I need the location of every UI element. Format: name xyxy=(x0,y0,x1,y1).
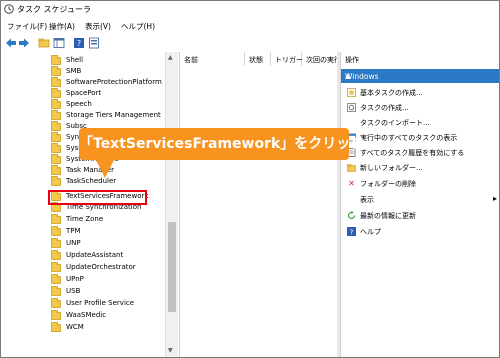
tree-item-tpm[interactable]: TPM xyxy=(51,226,163,238)
task-scheduler-window: タスク スケジューラ ファイル(F) 操作(A) 表示(V) ヘルプ(H) ? xyxy=(0,0,500,358)
folder-icon xyxy=(51,154,61,164)
folder-up-icon[interactable] xyxy=(38,37,50,49)
view-icon xyxy=(347,195,356,204)
folder-icon xyxy=(51,286,61,296)
actions-pane: 操作 Windows ▲ 基本タスクの作成... タスクの作成... タスクのイ… xyxy=(340,52,499,357)
tree-item-taskscheduler[interactable]: TaskScheduler xyxy=(51,176,163,188)
folder-icon xyxy=(51,298,61,308)
action-refresh[interactable]: 最新の情報に更新 xyxy=(347,210,497,222)
scroll-thumb[interactable] xyxy=(168,222,176,312)
tree-item-usb[interactable]: USB xyxy=(51,286,163,298)
folder-icon xyxy=(51,110,61,120)
tree-item-wcm[interactable]: WCM xyxy=(51,322,163,334)
tree-item-storage-tiers-management[interactable]: Storage Tiers Management xyxy=(51,110,163,122)
folder-icon xyxy=(51,214,61,224)
action-view[interactable]: 表示 ▸ xyxy=(347,194,497,206)
folder-icon xyxy=(51,121,61,131)
column-header-status[interactable]: 状態 xyxy=(245,52,271,66)
textservicesframework-highlight-box xyxy=(48,190,147,205)
tree-item-updateorchestrator[interactable]: UpdateOrchestrator xyxy=(51,262,163,274)
tree-item-softwareprotectionplatform[interactable]: SoftwareProtectionPlatform xyxy=(51,77,163,89)
menu-view[interactable]: 表示(V) xyxy=(85,21,111,32)
tree-scrollbar[interactable]: ▲ ▼ xyxy=(165,52,178,357)
tree-item-smb[interactable]: SMB xyxy=(51,66,163,78)
folder-icon xyxy=(51,202,61,212)
help-icon: ? xyxy=(347,227,356,236)
basic-task-icon xyxy=(347,88,356,97)
folder-icon xyxy=(51,77,61,87)
svg-text:?: ? xyxy=(350,228,354,236)
actions-header: 操作 xyxy=(345,56,359,64)
folder-icon xyxy=(51,250,61,260)
action-show-running-tasks[interactable]: 実行中のすべてのタスクの表示 xyxy=(347,132,497,144)
action-help[interactable]: ? ヘルプ xyxy=(347,226,497,238)
folder-icon xyxy=(51,262,61,272)
tree-item-spaceport[interactable]: SpacePort xyxy=(51,88,163,100)
refresh-icon xyxy=(347,211,356,220)
task-list-pane: 名前 状態 トリガー 次回の実行 xyxy=(179,52,341,357)
action-create-task[interactable]: タスクの作成... xyxy=(347,102,497,114)
folder-icon xyxy=(51,88,61,98)
menu-file[interactable]: ファイル(F) xyxy=(7,21,47,32)
folder-icon xyxy=(51,99,61,109)
clock-icon xyxy=(4,4,14,14)
title-bar: タスク スケジューラ xyxy=(1,1,499,18)
tree-item-upnp[interactable]: UPnP xyxy=(51,274,163,286)
folder-icon xyxy=(51,55,61,65)
tree-item-time-zone[interactable]: Time Zone xyxy=(51,214,163,226)
column-header-next-run[interactable]: 次回の実行 xyxy=(302,52,341,66)
scroll-down-icon[interactable]: ▼ xyxy=(168,347,173,354)
folder-icon xyxy=(51,238,61,248)
folder-icon xyxy=(51,274,61,284)
collapse-triangle-icon[interactable]: ▲ xyxy=(345,72,496,80)
folder-icon xyxy=(51,132,61,142)
properties-icon[interactable] xyxy=(88,37,100,49)
console-tree-icon[interactable] xyxy=(53,37,65,49)
tree-item-speech[interactable]: Speech xyxy=(51,99,163,111)
folder-icon xyxy=(51,322,61,332)
import-icon xyxy=(347,118,356,127)
tree-item-shell[interactable]: Shell xyxy=(51,55,163,67)
tree-item-waasmedic[interactable]: WaaSMedic xyxy=(51,310,163,322)
action-enable-history[interactable]: すべてのタスク履歴を有効にする xyxy=(347,147,497,159)
tree-item-unp[interactable]: UNP xyxy=(51,238,163,250)
action-import-task[interactable]: タスクのインポート... xyxy=(347,117,497,129)
tree-item-updateassistant[interactable]: UpdateAssistant xyxy=(51,250,163,262)
folder-icon xyxy=(51,143,61,153)
menu-bar: ファイル(F) 操作(A) 表示(V) ヘルプ(H) xyxy=(1,18,499,34)
svg-text:?: ? xyxy=(77,39,81,48)
tree-item-user-profile-service[interactable]: User Profile Service xyxy=(51,298,163,310)
action-create-basic-task[interactable]: 基本タスクの作成... xyxy=(347,87,497,99)
delete-x-icon: ✕ xyxy=(348,179,355,188)
create-task-icon xyxy=(347,103,356,112)
action-new-folder[interactable]: 新しいフォルダー... xyxy=(347,162,497,174)
callout-pointer xyxy=(96,160,114,178)
column-header-name[interactable]: 名前 xyxy=(180,52,245,66)
new-folder-icon xyxy=(347,164,356,172)
scroll-up-icon[interactable]: ▲ xyxy=(168,54,173,61)
help-icon[interactable]: ? xyxy=(73,37,85,49)
menu-help[interactable]: ヘルプ(H) xyxy=(121,21,155,32)
toolbar: ? xyxy=(1,34,499,53)
forward-arrow-icon[interactable] xyxy=(18,37,30,49)
back-arrow-icon[interactable] xyxy=(5,37,17,49)
callout-text: 「TextServicesFramework」をクリック xyxy=(79,136,365,152)
instruction-callout: 「TextServicesFramework」をクリック xyxy=(79,128,365,160)
actions-section-windows[interactable]: Windows ▲ xyxy=(341,69,499,83)
folder-icon xyxy=(51,226,61,236)
folder-icon xyxy=(51,165,61,175)
submenu-arrow-icon: ▸ xyxy=(492,194,497,203)
folder-icon xyxy=(51,176,61,186)
column-header-trigger[interactable]: トリガー xyxy=(271,52,303,66)
action-delete-folder[interactable]: ✕ フォルダーの削除 xyxy=(347,178,497,190)
window-title: タスク スケジューラ xyxy=(17,5,91,14)
folder-icon xyxy=(51,66,61,76)
folder-icon xyxy=(51,310,61,320)
menu-action[interactable]: 操作(A) xyxy=(49,21,75,32)
